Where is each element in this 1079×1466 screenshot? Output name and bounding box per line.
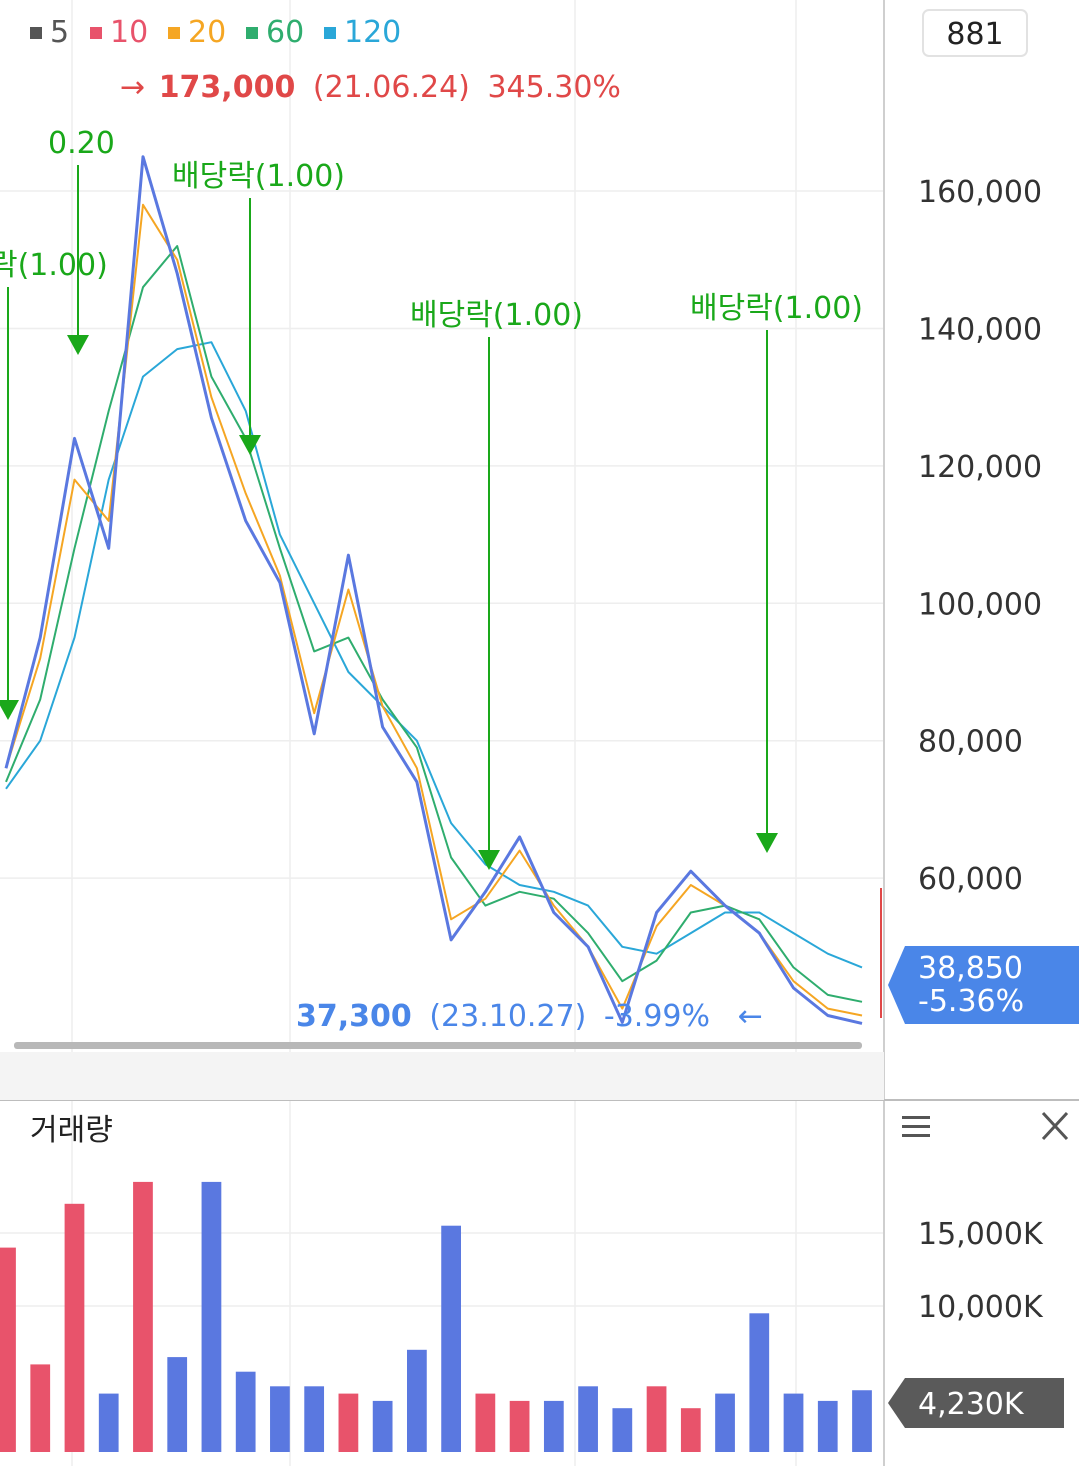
volume-bar — [64, 1203, 85, 1452]
low-pct: -3.99% — [604, 999, 710, 1034]
volume-bar — [133, 1181, 153, 1452]
y-tick-label: 60,000 — [918, 862, 1023, 897]
low-price: 37,300 — [296, 999, 412, 1034]
volume-bar — [167, 1357, 188, 1452]
volume-bar — [475, 1393, 496, 1452]
volume-bar — [578, 1386, 598, 1452]
volume-bar — [749, 1313, 770, 1452]
y-tick-label: 80,000 — [918, 725, 1023, 760]
low-date: (23.10.27) — [429, 999, 586, 1034]
volume-bar — [201, 1181, 222, 1452]
high-pct: 345.30% — [487, 70, 620, 105]
legend-swatch-10 — [90, 27, 102, 39]
volume-bar — [715, 1393, 735, 1452]
legend-swatch-5 — [30, 27, 42, 39]
legend-label-20: 20 — [188, 15, 226, 50]
volume-bar — [852, 1390, 872, 1452]
x-axis-band — [0, 1052, 884, 1100]
volume-bar — [680, 1408, 701, 1452]
event-label: 락(1.00) — [0, 248, 108, 283]
event-label: 배당락(1.00) — [690, 291, 863, 326]
counter-value: 881 — [946, 17, 1003, 52]
current-price: 38,850 — [918, 951, 1023, 986]
low-arrow: ← — [738, 999, 763, 1034]
volume-bar — [543, 1400, 564, 1452]
y-tick-label: 120,000 — [918, 450, 1042, 485]
current-pct: -5.36% — [918, 984, 1024, 1019]
legend-label-10: 10 — [110, 15, 148, 50]
volume-bar — [30, 1364, 51, 1452]
event-label: 배당락(1.00) — [410, 298, 583, 333]
current-volume: 4,230K — [918, 1387, 1025, 1422]
volume-bar — [372, 1400, 393, 1452]
volume-tick-label: 15,000K — [918, 1217, 1044, 1252]
high-arrow: → — [120, 70, 145, 105]
horizontal-scrollbar[interactable] — [14, 1042, 862, 1049]
y-tick-label: 100,000 — [918, 587, 1042, 622]
y-tick-label: 140,000 — [918, 312, 1042, 347]
volume-bar — [304, 1386, 325, 1452]
high-date: (21.06.24) — [313, 70, 470, 105]
volume-bar — [441, 1225, 461, 1452]
volume-bar — [270, 1386, 290, 1452]
low-marker: 37,300 (23.10.27) -3.99% ← — [296, 999, 763, 1034]
volume-bar — [338, 1393, 359, 1452]
high-price: 173,000 — [159, 70, 296, 105]
volume-bar — [0, 1247, 16, 1452]
volume-bar — [98, 1393, 119, 1452]
legend-swatch-120 — [324, 27, 336, 39]
legend-swatch-20 — [168, 27, 180, 39]
event-label: 0.20 — [48, 126, 115, 161]
volume-tick-label: 10,000K — [918, 1290, 1044, 1325]
volume-title: 거래량 — [30, 1113, 113, 1148]
volume-bar — [235, 1371, 256, 1452]
legend-label-5: 5 — [50, 15, 69, 50]
volume-bar — [407, 1349, 427, 1452]
legend-swatch-60 — [246, 27, 258, 39]
volume-bar — [646, 1386, 667, 1452]
legend-label-60: 60 — [266, 15, 304, 50]
volume-bar — [509, 1400, 530, 1452]
volume-bar — [817, 1400, 838, 1452]
event-label: 배당락(1.00) — [172, 159, 345, 194]
chart-canvas: 160,000 140,000 120,000 100,000 80,000 60,000… — [0, 0, 1079, 1466]
legend-label-120: 120 — [344, 15, 401, 50]
volume-bar — [612, 1408, 633, 1452]
high-marker: → 173,000 (21.06.24) 345.30% — [120, 70, 621, 105]
volume-bar — [783, 1393, 804, 1452]
y-tick-label: 160,000 — [918, 175, 1042, 210]
